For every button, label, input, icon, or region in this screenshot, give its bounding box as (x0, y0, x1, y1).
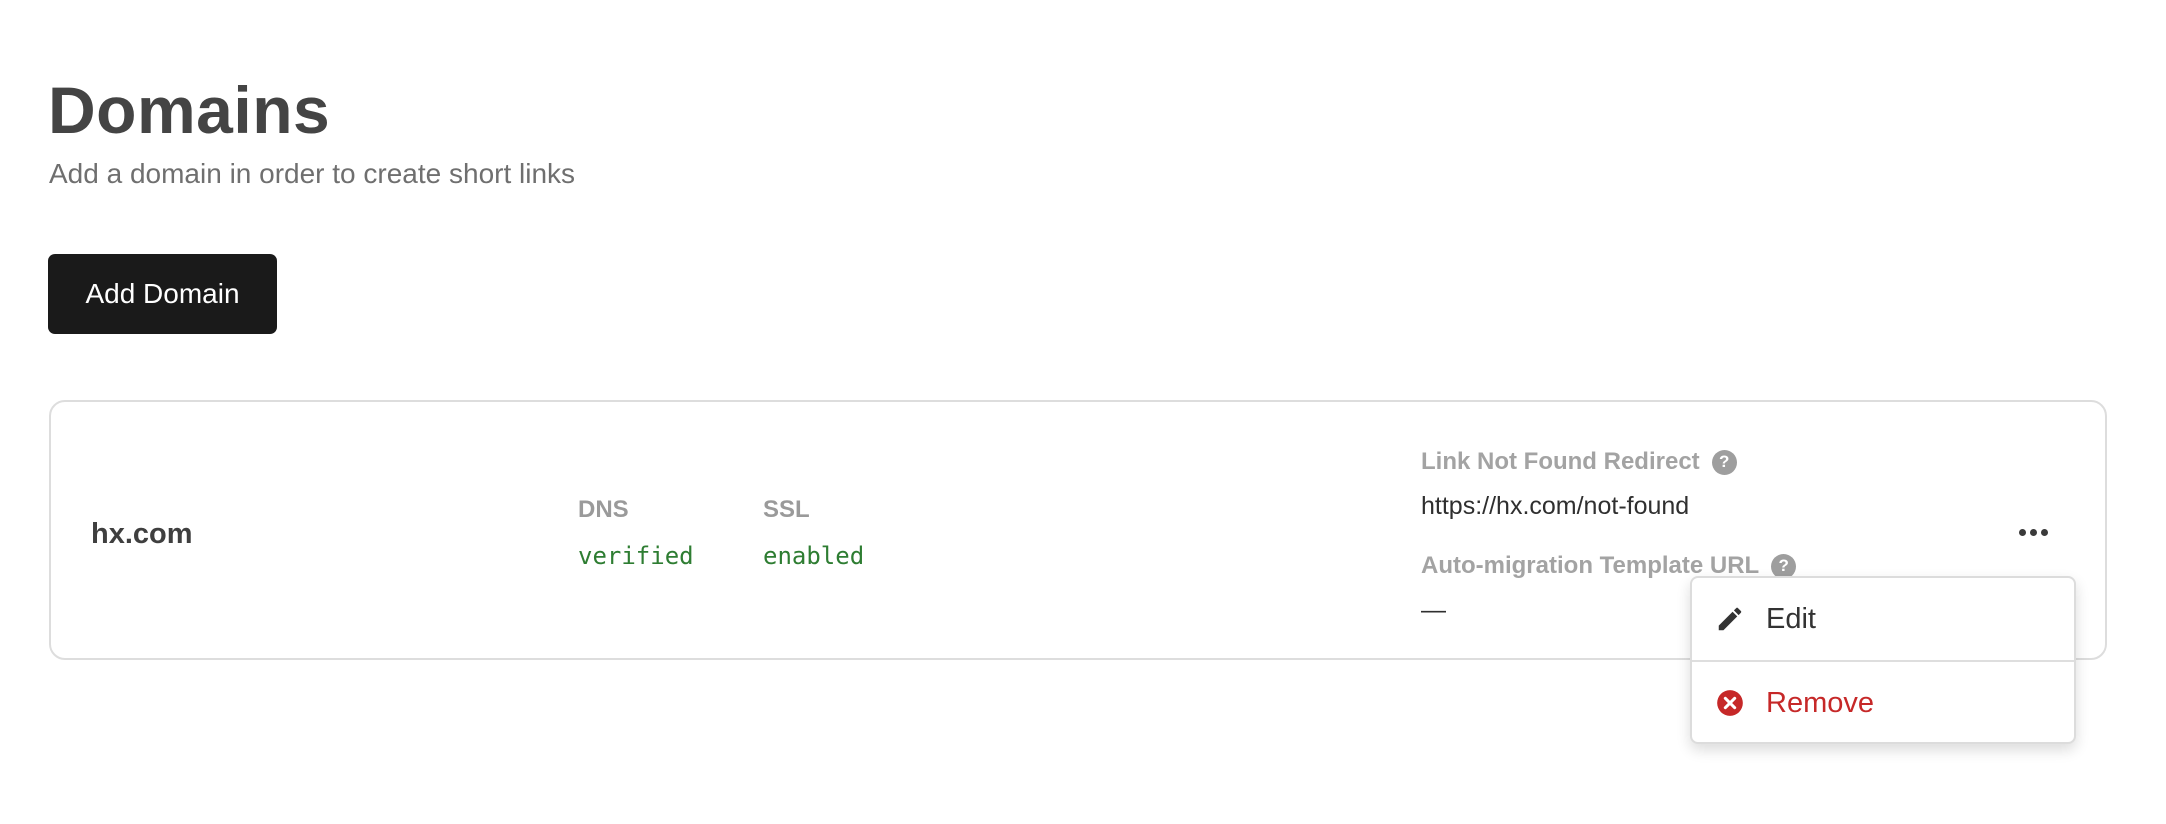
menu-item-remove-label: Remove (1766, 686, 1874, 719)
pencil-icon (1714, 603, 1746, 635)
dns-label: DNS (578, 496, 629, 523)
more-options-button[interactable] (2011, 510, 2055, 554)
menu-item-remove[interactable]: Remove (1692, 662, 2074, 744)
page-title: Domains (48, 73, 331, 147)
page-subtitle: Add a domain in order to create short li… (49, 158, 576, 189)
ellipsis-icon (2018, 528, 2026, 536)
domains-page: Domains Add a domain in order to create … (0, 0, 2166, 824)
close-circle-icon (1714, 687, 1746, 719)
add-domain-button[interactable]: Add Domain (48, 254, 277, 334)
ssl-label: SSL (763, 496, 810, 523)
menu-item-edit[interactable]: Edit (1692, 578, 2074, 660)
ssl-status: SSL enabled (763, 496, 864, 570)
domain-actions-menu: Edit Remove (1690, 576, 2076, 744)
help-icon[interactable]: ? (1771, 553, 1797, 579)
menu-item-edit-label: Edit (1766, 602, 1816, 635)
redirect-value: https://hx.com/not-found (1421, 492, 1690, 520)
dns-value: verified (578, 542, 694, 570)
redirect-label-row: Link Not Found Redirect ? (1421, 446, 1981, 478)
help-icon[interactable]: ? (1711, 449, 1737, 475)
redirect-label: Link Not Found Redirect (1421, 448, 1700, 475)
domain-name: hx.com (91, 518, 193, 550)
dns-status: DNS verified (578, 496, 694, 570)
ssl-value: enabled (763, 542, 865, 570)
